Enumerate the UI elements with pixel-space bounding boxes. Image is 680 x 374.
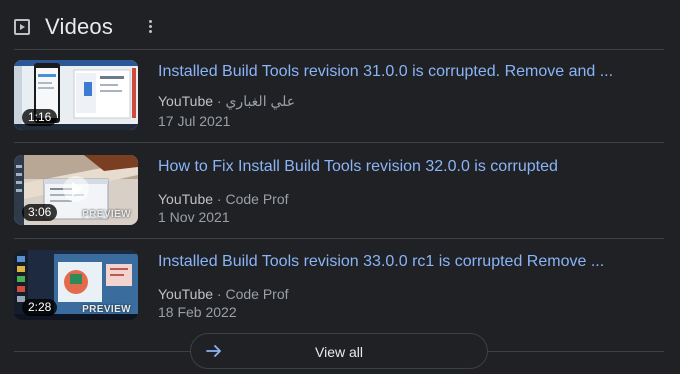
separator: ·	[216, 93, 222, 109]
section-header: Videos	[14, 10, 113, 44]
video-title-link[interactable]: Installed Build Tools revision 31.0.0 is…	[158, 61, 613, 83]
video-duration: 1:16	[22, 109, 58, 126]
video-result[interactable]: 1:16 Installed Build Tools revision 31.0…	[14, 60, 664, 132]
more-vert-icon[interactable]	[143, 17, 157, 35]
separator: ·	[216, 191, 222, 207]
video-source: YouTube · علي الغباري	[158, 92, 295, 110]
view-all-button[interactable]: View all	[190, 333, 488, 369]
divider	[14, 238, 664, 239]
video-platform: YouTube	[158, 191, 214, 207]
videos-panel: Videos 1:16 Installed Build Tools revisi…	[0, 0, 680, 374]
section-title: Videos	[45, 14, 114, 39]
video-source: YouTube · Code Prof	[158, 285, 289, 303]
video-result[interactable]: 3:06 PREVIEW How to Fix Install Build To…	[14, 155, 664, 227]
preview-label: PREVIEW	[82, 209, 131, 220]
view-all-label: View all	[315, 344, 363, 360]
divider	[14, 142, 664, 143]
video-channel: Code Prof	[225, 191, 289, 207]
video-thumbnail[interactable]: 3:06 PREVIEW	[14, 155, 138, 225]
video-title-link[interactable]: Installed Build Tools revision 33.0.0 rc…	[158, 251, 604, 273]
video-result[interactable]: 2:28 PREVIEW Installed Build Tools revis…	[14, 250, 664, 322]
video-thumbnail[interactable]: 1:16	[14, 60, 138, 130]
video-date: 17 Jul 2021	[158, 113, 231, 129]
video-duration: 2:28	[22, 299, 58, 316]
video-channel: علي الغباري	[225, 93, 296, 109]
preview-label: PREVIEW	[82, 304, 131, 315]
separator: ·	[216, 286, 222, 302]
video-date: 1 Nov 2021	[158, 209, 230, 225]
video-title-link[interactable]: How to Fix Install Build Tools revision …	[158, 156, 558, 178]
play-box-icon	[14, 19, 30, 35]
video-platform: YouTube	[158, 93, 214, 109]
video-channel: Code Prof	[225, 286, 289, 302]
video-date: 18 Feb 2022	[158, 304, 237, 320]
video-platform: YouTube	[158, 286, 214, 302]
video-duration: 3:06	[22, 204, 58, 221]
video-source: YouTube · Code Prof	[158, 190, 289, 208]
divider	[14, 49, 664, 50]
video-thumbnail[interactable]: 2:28 PREVIEW	[14, 250, 138, 320]
